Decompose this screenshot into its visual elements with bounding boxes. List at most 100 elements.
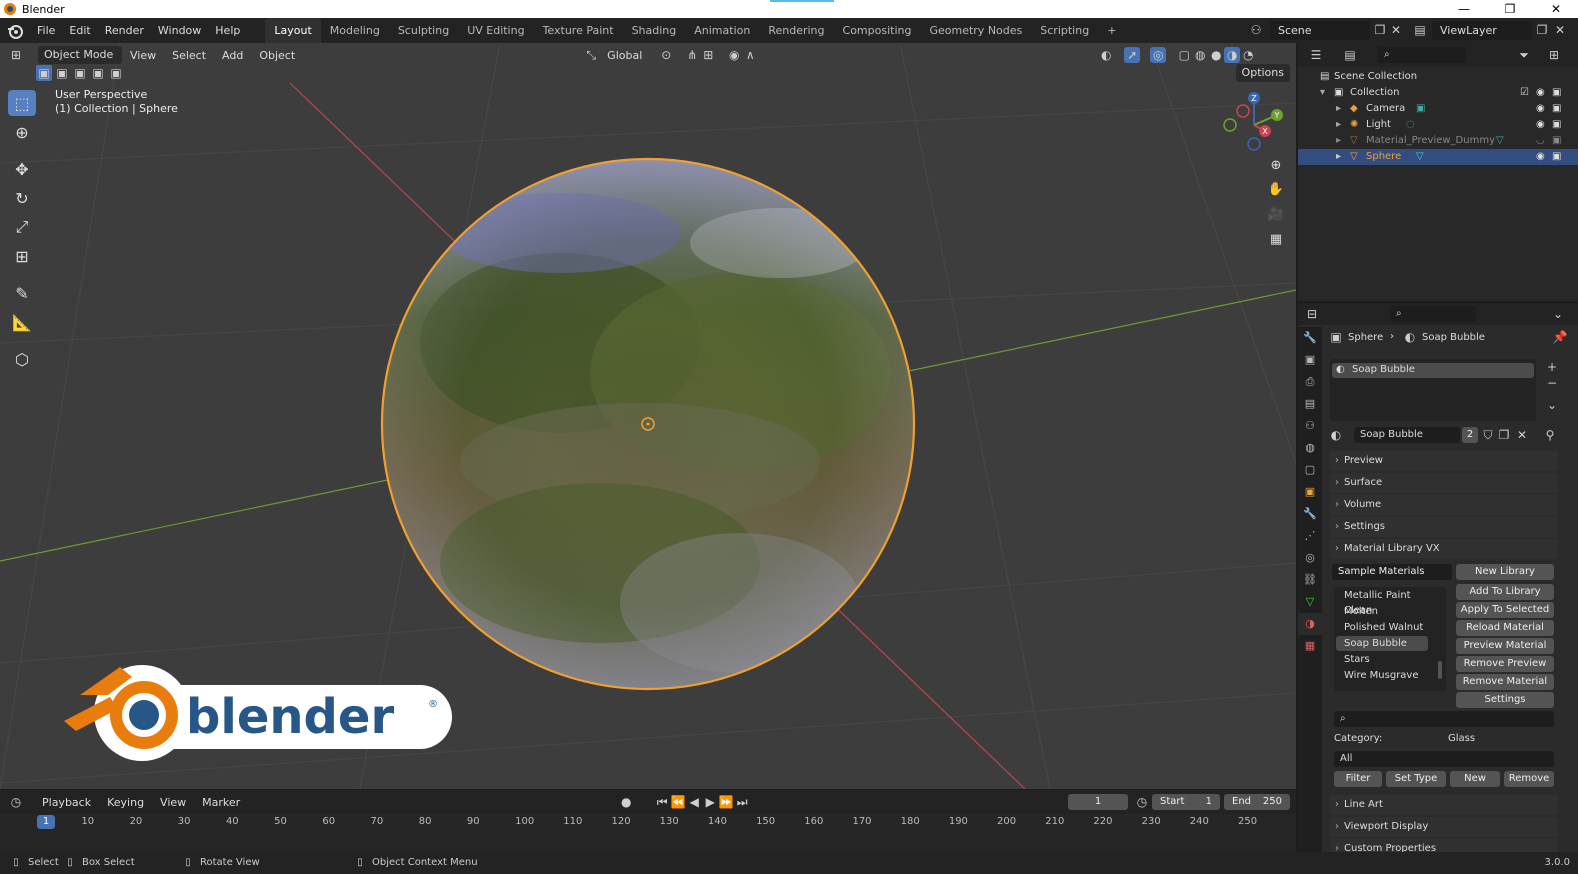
3d-viewport[interactable]: Z Y X ⊞ Object Mode View Select Add Obje… [0, 43, 1296, 789]
tab-sculpting[interactable]: Sculpting [389, 18, 458, 43]
jump-start-icon[interactable]: ⏮ [654, 794, 670, 810]
options-dropdown[interactable]: Options [1235, 64, 1290, 82]
library-settings-button[interactable]: Settings [1456, 692, 1554, 708]
data-tab-icon[interactable]: ▽ [1298, 591, 1322, 613]
remove-slot-icon[interactable]: − [1544, 375, 1560, 391]
panel-settings[interactable]: Settings [1330, 517, 1558, 537]
duplicate-material-icon[interactable]: ❐ [1496, 427, 1512, 443]
visibility-icon[interactable]: ◐ [1098, 47, 1114, 63]
outliner-row-scene-collection[interactable]: ▤ Scene Collection [1298, 69, 1578, 85]
current-frame-field[interactable]: 1 [1068, 794, 1128, 810]
properties-options-icon[interactable]: ⌄ [1550, 306, 1566, 322]
select-invert-icon[interactable]: ▣ [90, 65, 106, 81]
eye-icon[interactable]: ◉ [1536, 149, 1545, 165]
menu-help[interactable]: Help [208, 18, 247, 43]
select-box-tool-icon[interactable]: ⬚ [8, 90, 36, 116]
play-reverse-icon[interactable]: ◀ [686, 794, 702, 810]
rendered-shading-icon[interactable]: ◔ [1240, 47, 1256, 63]
tab-scripting[interactable]: Scripting [1031, 18, 1098, 43]
menu-edit[interactable]: Edit [62, 18, 97, 43]
output-tab-icon[interactable]: ⎙ [1298, 371, 1322, 393]
minimize-button[interactable]: — [1446, 0, 1482, 18]
eye-icon[interactable]: ◉ [1536, 101, 1545, 117]
remove-category-button[interactable]: Remove [1504, 771, 1554, 787]
cursor-tool-icon[interactable]: ⊕ [8, 119, 36, 145]
material-slot-item[interactable]: ◐ Soap Bubble [1332, 363, 1534, 378]
snap-target-icon[interactable]: ⊞ [700, 47, 716, 63]
select-extend-icon[interactable]: ▣ [54, 65, 70, 81]
menu-marker[interactable]: Marker [194, 796, 248, 809]
wireframe-shading-icon[interactable]: ◍ [1192, 47, 1208, 63]
scene-copy-icon[interactable]: ❐ [1372, 22, 1388, 38]
outliner-row-collection[interactable]: ▾ ▣ Collection ☑ ◉ ▣ [1298, 85, 1578, 101]
snap-icon[interactable]: ⋔ [684, 47, 700, 63]
ortho-toggle-icon[interactable]: ▦ [1264, 227, 1288, 251]
collection-tab-icon[interactable]: ▢ [1298, 459, 1322, 481]
eye-closed-icon[interactable]: ◡ [1536, 133, 1545, 149]
add-workspace-button[interactable]: + [1098, 18, 1125, 43]
outliner-row-material-preview-dummy[interactable]: ▸ ▽ Material_Preview_Dummy ▽ ◡ ▣ [1298, 133, 1578, 149]
outliner-search-input[interactable]: ⌕ [1378, 47, 1466, 63]
modifiers-tab-icon[interactable]: 🔧 [1298, 503, 1322, 525]
object-tab-icon[interactable]: ▣ [1298, 481, 1322, 503]
annotate-tool-icon[interactable]: ✎ [8, 280, 36, 306]
overlays-icon[interactable]: ◎ [1150, 47, 1167, 63]
preview-material-button[interactable]: Preview Material [1456, 638, 1554, 654]
scene-field[interactable]: Scene [1270, 21, 1370, 40]
outliner-row-light[interactable]: ▸ ✺ Light ◌ ◉ ▣ [1298, 117, 1578, 133]
list-item[interactable]: Soap Bubble [1336, 636, 1428, 651]
panel-material-library-vx[interactable]: Material Library VX [1330, 539, 1558, 559]
unlink-material-icon[interactable]: ✕ [1514, 427, 1530, 443]
category-filter-dropdown[interactable]: All [1334, 751, 1554, 767]
zoom-icon[interactable]: ⊕ [1264, 153, 1288, 177]
tool-tab-icon[interactable]: 🔧 [1298, 327, 1322, 349]
node-tree-icon[interactable]: ⚲ [1542, 427, 1558, 443]
panel-viewport-display[interactable]: Viewport Display [1330, 817, 1558, 837]
scale-tool-icon[interactable]: ⤢ [8, 214, 36, 240]
outliner-row-sphere[interactable]: ▸ ▽ Sphere ▽ ◉ ▣ [1298, 149, 1578, 165]
fake-user-icon[interactable]: ⛉ [1480, 427, 1496, 443]
new-collection-icon[interactable]: ⊞ [1546, 47, 1562, 63]
stopwatch-icon[interactable]: ◷ [1134, 794, 1150, 810]
eye-icon[interactable]: ◉ [1536, 117, 1545, 133]
add-to-library-button[interactable]: Add To Library [1456, 584, 1554, 600]
jump-keyframe-back-icon[interactable]: ⏪ [670, 794, 686, 810]
blender-menu-icon[interactable] [6, 22, 24, 40]
editor-type-icon[interactable]: ⊞ [8, 47, 24, 63]
view-layer-tab-icon[interactable]: ▤ [1298, 393, 1322, 415]
constraints-tab-icon[interactable]: ⛓ [1298, 569, 1322, 591]
tab-compositing[interactable]: Compositing [834, 18, 921, 43]
menu-select[interactable]: Select [164, 49, 214, 62]
tab-shading[interactable]: Shading [623, 18, 686, 43]
scene-icon[interactable]: ⚇ [1248, 22, 1264, 38]
menu-render[interactable]: Render [98, 18, 151, 43]
menu-add[interactable]: Add [214, 49, 251, 62]
expand-chevron-icon[interactable]: ▸ [1336, 117, 1341, 133]
world-tab-icon[interactable]: ◍ [1298, 437, 1322, 459]
record-icon[interactable]: ● [618, 794, 634, 810]
outliner-row-camera[interactable]: ▸ ◆ Camera ▣ ◉ ▣ [1298, 101, 1578, 117]
new-library-button[interactable]: New Library [1456, 564, 1554, 580]
list-item[interactable]: Wire Musgrave [1336, 668, 1428, 683]
camera-render-icon[interactable]: ▣ [1552, 117, 1561, 133]
end-frame-field[interactable]: End 250 [1224, 794, 1290, 810]
menu-keying[interactable]: Keying [99, 796, 152, 809]
jump-end-icon[interactable]: ⏭ [734, 794, 750, 810]
camera-render-icon[interactable]: ▣ [1552, 101, 1561, 117]
list-item[interactable]: Molten [1336, 604, 1428, 619]
navigation-gizmo[interactable]: Z Y X [1223, 92, 1283, 151]
material-name-field[interactable]: Soap Bubble [1354, 427, 1460, 443]
eye-icon[interactable]: ◉ [1536, 85, 1545, 101]
expand-chevron-icon[interactable]: ▸ [1336, 149, 1341, 165]
mode-dropdown[interactable]: Object Mode [38, 46, 122, 64]
panel-volume[interactable]: Volume [1330, 495, 1558, 515]
maximize-button[interactable]: ❐ [1492, 0, 1528, 18]
pin-icon[interactable]: 📌 [1552, 329, 1568, 345]
solid-shading-icon[interactable]: ● [1208, 47, 1224, 63]
play-icon[interactable]: ▶ [702, 794, 718, 810]
material-users-count[interactable]: 2 [1462, 427, 1478, 443]
falloff-icon[interactable]: ∧ [742, 47, 758, 63]
measure-tool-icon[interactable]: 📐 [8, 309, 36, 335]
menu-view[interactable]: View [122, 49, 164, 62]
display-mode-icon[interactable]: ▤ [1342, 47, 1358, 63]
